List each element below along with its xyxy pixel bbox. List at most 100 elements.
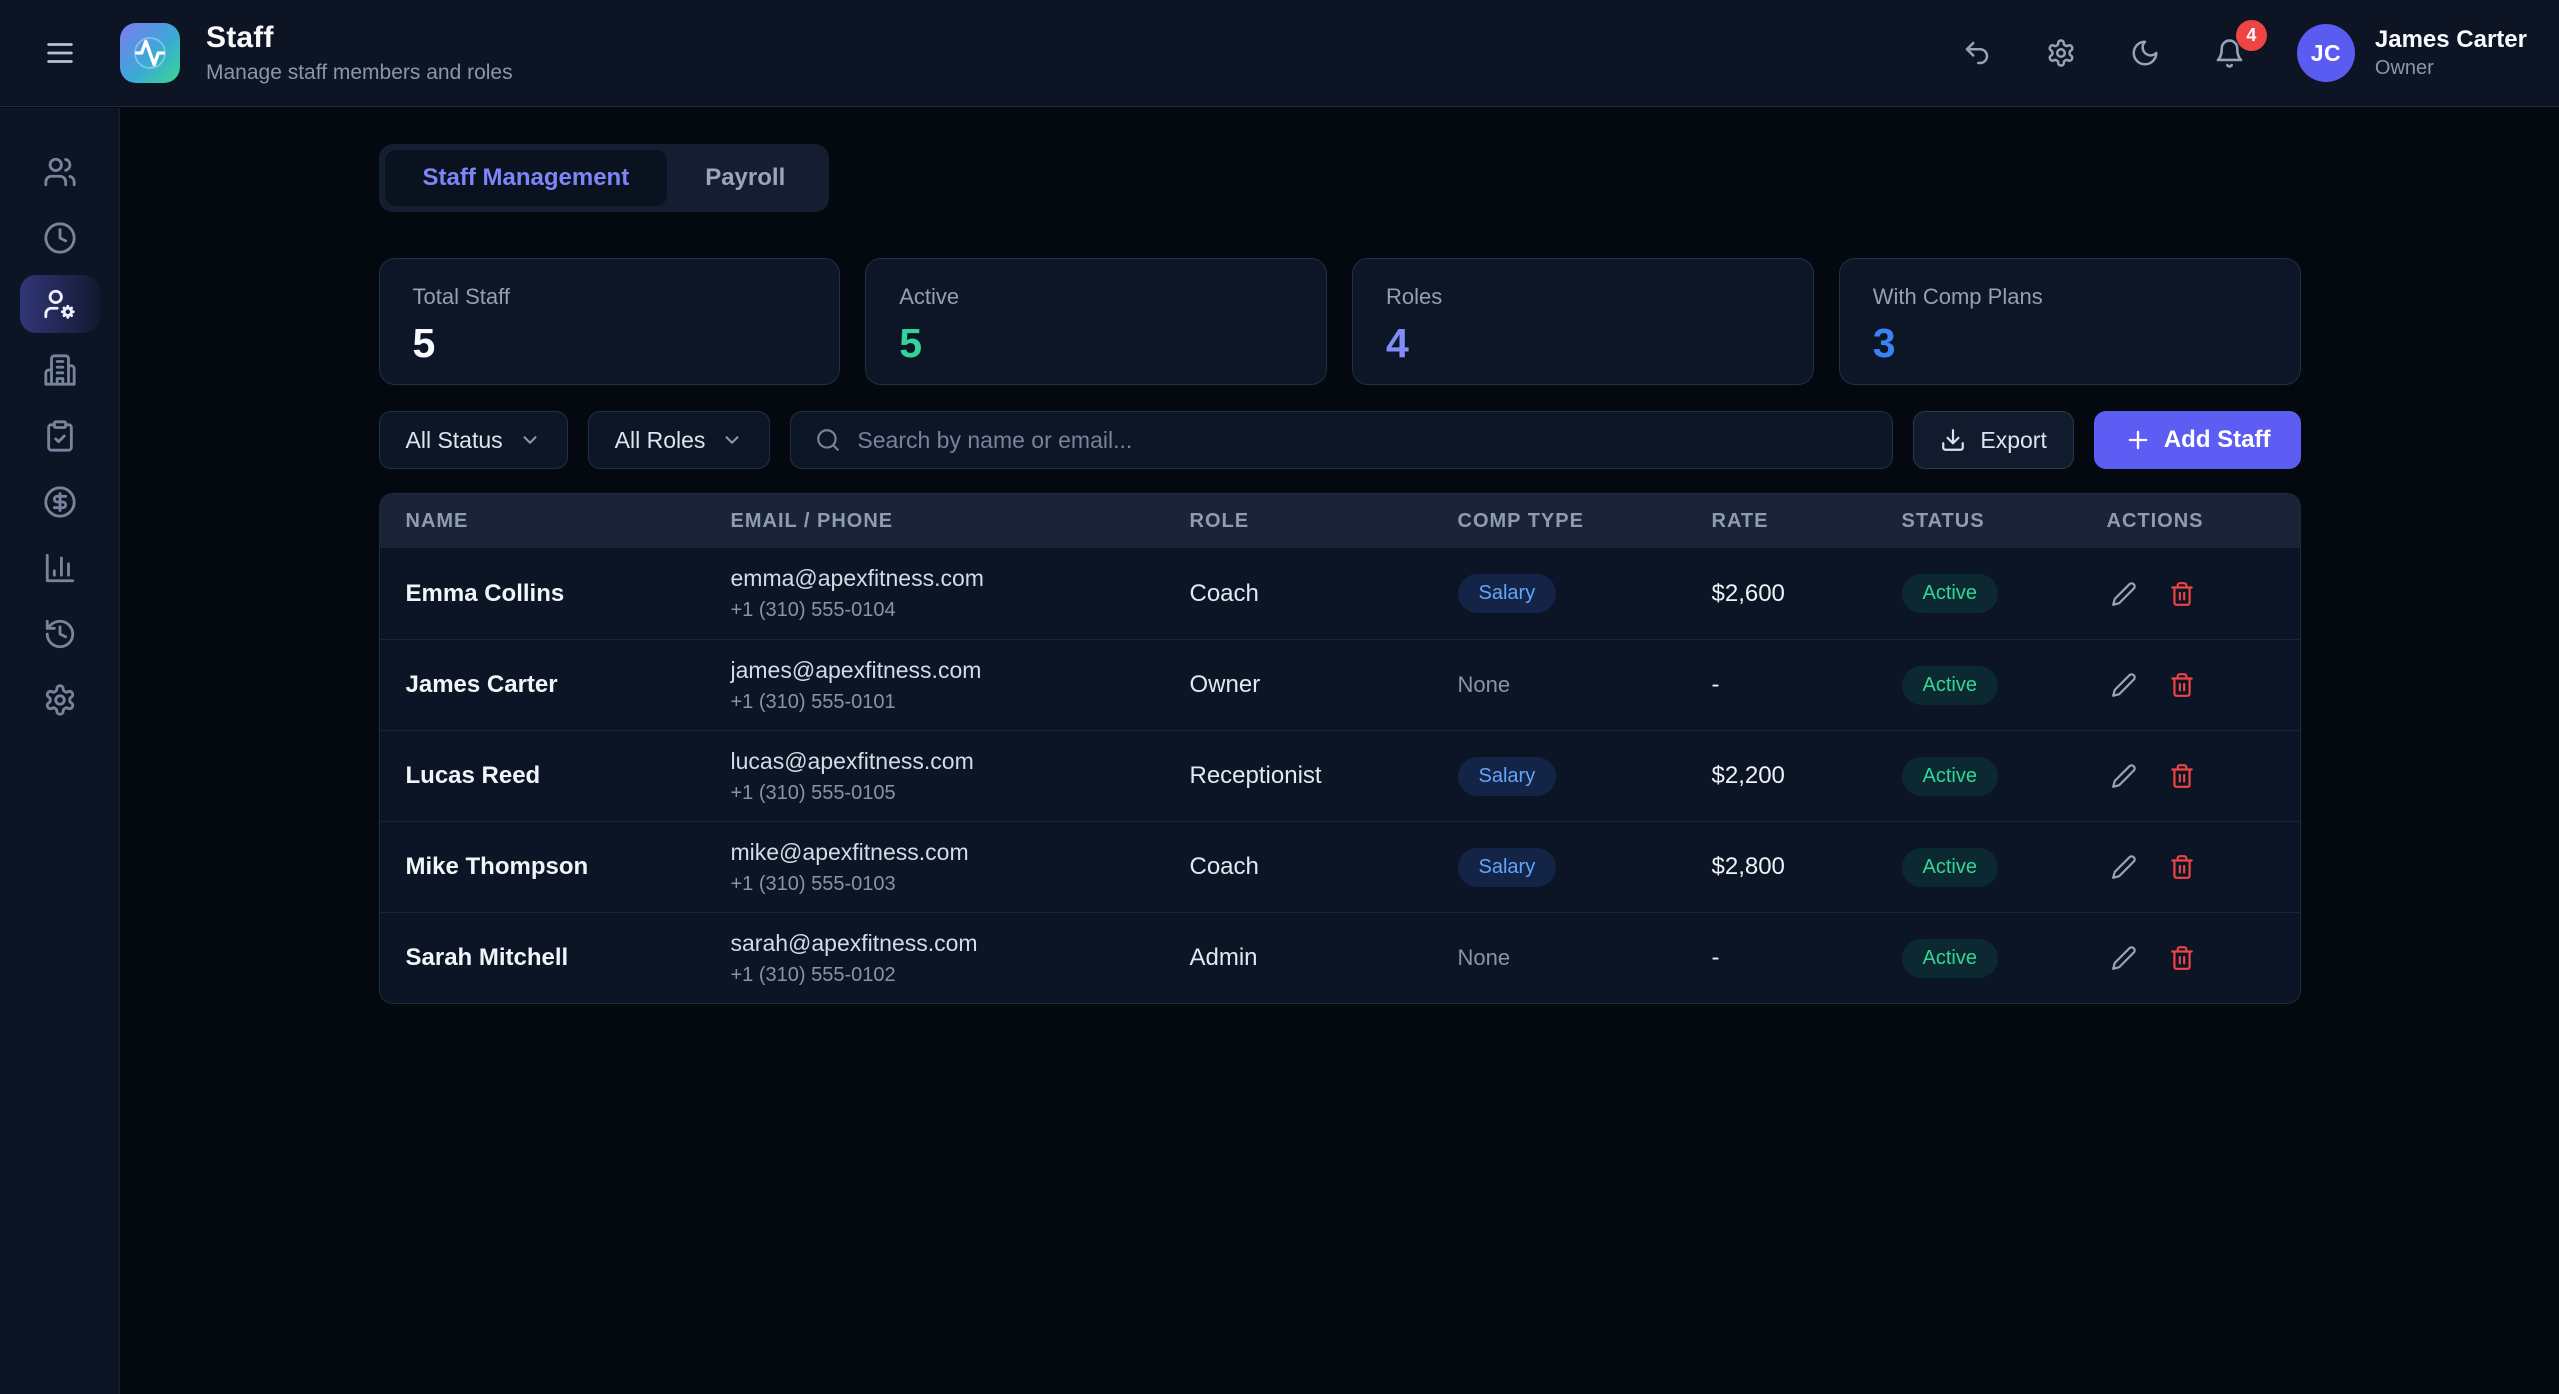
stat-value: 5 xyxy=(413,320,807,367)
table-row[interactable]: Mike Thompson mike@apexfitness.com +1 (3… xyxy=(380,821,2300,912)
staff-role: Owner xyxy=(1190,671,1458,699)
stat-card-roles: Roles 4 xyxy=(1352,258,1814,385)
tab-staff-management[interactable]: Staff Management xyxy=(385,150,668,206)
staff-name: Emma Collins xyxy=(406,580,731,608)
status-filter-dropdown[interactable]: All Status xyxy=(379,411,568,469)
sidebar-item-reports[interactable] xyxy=(20,539,100,597)
comp-type-badge: None xyxy=(1458,672,1511,698)
page-subtitle: Manage staff members and roles xyxy=(206,61,513,85)
edit-button[interactable] xyxy=(2107,850,2141,884)
hamburger-menu-button[interactable] xyxy=(37,30,83,76)
status-badge: Active xyxy=(1902,666,1998,705)
delete-button[interactable] xyxy=(2165,759,2199,793)
user-menu[interactable]: JC James Carter Owner xyxy=(2297,24,2527,82)
status-filter-label: All Status xyxy=(406,427,503,454)
staff-rate: $2,200 xyxy=(1712,762,1902,790)
edit-button[interactable] xyxy=(2107,759,2141,793)
building-icon xyxy=(43,353,77,387)
delete-button[interactable] xyxy=(2165,668,2199,702)
sidebar-item-tasks[interactable] xyxy=(20,407,100,465)
users-icon xyxy=(43,155,77,189)
sidebar-item-history[interactable] xyxy=(20,605,100,663)
export-label: Export xyxy=(1980,427,2046,454)
status-badge: Active xyxy=(1902,939,1998,978)
staff-phone: +1 (310) 555-0101 xyxy=(731,691,1190,714)
avatar: JC xyxy=(2297,24,2355,82)
plus-icon xyxy=(2124,426,2152,454)
user-cog-icon xyxy=(43,287,77,321)
comp-type-badge: Salary xyxy=(1458,848,1557,887)
staff-table: Name Email / Phone Role Comp Type Rate S… xyxy=(379,493,2301,1004)
staff-name: Sarah Mitchell xyxy=(406,944,731,972)
sidebar-item-members[interactable] xyxy=(20,143,100,201)
table-row[interactable]: Sarah Mitchell sarah@apexfitness.com +1 … xyxy=(380,912,2300,1003)
stat-card-comp-plans: With Comp Plans 3 xyxy=(1839,258,2301,385)
tab-bar: Staff Management Payroll xyxy=(379,144,830,212)
chevron-down-icon xyxy=(519,429,541,451)
stat-label: Roles xyxy=(1386,284,1780,310)
table-row[interactable]: James Carter james@apexfitness.com +1 (3… xyxy=(380,639,2300,730)
comp-type-badge: Salary xyxy=(1458,757,1557,796)
column-header-rate: Rate xyxy=(1712,510,1902,533)
stat-label: Total Staff xyxy=(413,284,807,310)
chevron-down-icon xyxy=(721,429,743,451)
table-row[interactable]: Emma Collins emma@apexfitness.com +1 (31… xyxy=(380,548,2300,639)
status-badge: Active xyxy=(1902,848,1998,887)
delete-button[interactable] xyxy=(2165,941,2199,975)
export-button[interactable]: Export xyxy=(1913,411,2073,469)
staff-name: Lucas Reed xyxy=(406,762,731,790)
sidebar-item-settings[interactable] xyxy=(20,671,100,729)
bar-chart-icon xyxy=(43,551,77,585)
stat-card-active: Active 5 xyxy=(865,258,1327,385)
sidebar xyxy=(0,108,120,1394)
clipboard-check-icon xyxy=(43,419,77,453)
edit-button[interactable] xyxy=(2107,668,2141,702)
dollar-circle-icon xyxy=(43,485,77,519)
download-icon xyxy=(1940,427,1966,453)
sidebar-item-billing[interactable] xyxy=(20,473,100,531)
settings-icon xyxy=(43,683,77,717)
search-icon xyxy=(815,427,841,453)
search-input[interactable] xyxy=(857,427,1868,454)
stat-card-total-staff: Total Staff 5 xyxy=(379,258,841,385)
staff-role: Admin xyxy=(1190,944,1458,972)
comp-type-badge: None xyxy=(1458,945,1511,971)
add-staff-button[interactable]: Add Staff xyxy=(2094,411,2301,469)
delete-button[interactable] xyxy=(2165,850,2199,884)
tab-payroll[interactable]: Payroll xyxy=(667,150,823,206)
page-title: Staff xyxy=(206,21,513,55)
table-header-row: Name Email / Phone Role Comp Type Rate S… xyxy=(380,494,2300,548)
status-badge: Active xyxy=(1902,757,1998,796)
delete-button[interactable] xyxy=(2165,577,2199,611)
sidebar-item-schedule[interactable] xyxy=(20,209,100,267)
clock-icon xyxy=(43,221,77,255)
stat-label: With Comp Plans xyxy=(1873,284,2267,310)
table-row[interactable]: Lucas Reed lucas@apexfitness.com +1 (310… xyxy=(380,730,2300,821)
brand: Staff Manage staff members and roles xyxy=(120,21,513,85)
staff-role: Coach xyxy=(1190,580,1458,608)
sidebar-item-facility[interactable] xyxy=(20,341,100,399)
stat-value: 3 xyxy=(1873,320,2267,367)
staff-phone: +1 (310) 555-0102 xyxy=(731,964,1190,987)
gear-icon[interactable] xyxy=(2040,32,2082,74)
user-name: James Carter xyxy=(2375,26,2527,54)
comp-type-badge: Salary xyxy=(1458,574,1557,613)
user-role: Owner xyxy=(2375,57,2527,80)
edit-button[interactable] xyxy=(2107,941,2141,975)
moon-icon[interactable] xyxy=(2124,32,2166,74)
app-logo-icon xyxy=(120,23,180,83)
staff-email: mike@apexfitness.com xyxy=(731,839,1190,866)
staff-rate: - xyxy=(1712,944,1902,972)
column-header-role: Role xyxy=(1190,510,1458,533)
column-header-comp-type: Comp Type xyxy=(1458,510,1712,533)
stat-cards: Total Staff 5 Active 5 Roles 4 With Comp… xyxy=(379,258,2301,385)
staff-email: sarah@apexfitness.com xyxy=(731,930,1190,957)
edit-button[interactable] xyxy=(2107,577,2141,611)
staff-rate: - xyxy=(1712,671,1902,699)
staff-phone: +1 (310) 555-0105 xyxy=(731,782,1190,805)
staff-phone: +1 (310) 555-0104 xyxy=(731,599,1190,622)
main-content: Staff Management Payroll Total Staff 5 A… xyxy=(120,108,2559,1394)
sidebar-item-staff[interactable] xyxy=(20,275,100,333)
undo-icon[interactable] xyxy=(1956,32,1998,74)
roles-filter-dropdown[interactable]: All Roles xyxy=(588,411,771,469)
